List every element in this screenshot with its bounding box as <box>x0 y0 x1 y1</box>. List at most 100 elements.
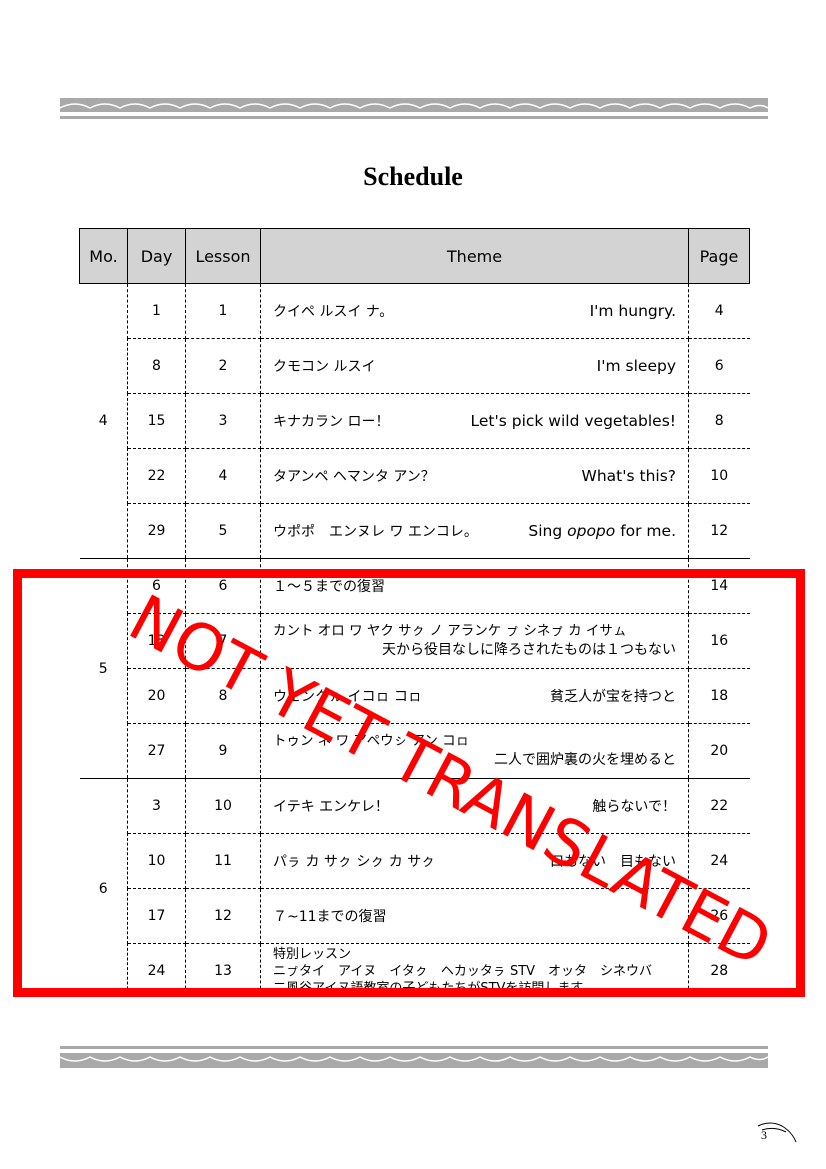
table-row: 24 13 特別レッスン ニㇷ゚タイ アイヌ イタㇰ ヘカッタㇻ STV オッタ … <box>80 943 750 999</box>
header-lesson: Lesson <box>185 228 261 284</box>
theme-ainu: タアンペ ヘマンタ アン？ <box>273 469 435 485</box>
lesson-cell: 12 <box>185 888 261 944</box>
theme-translation: What's this? <box>581 467 677 485</box>
theme-ainu: ウポポ エンヌレ ワ エンコレ。 <box>273 524 478 540</box>
translation-part: Sing <box>528 522 568 540</box>
theme-translation: I'm sleepy <box>596 357 676 375</box>
page-cell: 4 <box>688 283 750 339</box>
page-cell: 16 <box>688 613 750 669</box>
page-cell: 26 <box>688 888 750 944</box>
page-number: 3 <box>761 1128 767 1142</box>
lesson-cell: 8 <box>185 668 261 724</box>
translation-emphasis: opopo <box>567 522 616 540</box>
page-cell: 6 <box>688 338 750 394</box>
table-row: 6 3 10 イテキ エンケレ！ 触らないで！ 22 <box>79 778 750 999</box>
top-ornament-band <box>60 98 768 120</box>
table-header-row: Mo. Day Lesson Theme Page <box>79 228 750 284</box>
table-row: 22 4 タアンペ ヘマンタ アン？ What's this? 10 <box>80 448 750 504</box>
theme-cell: トゥン ネ ワ アペウㇱ アン コㇿ二人で囲炉裏の火を埋めると <box>260 723 689 779</box>
header-mo: Mo. <box>79 228 128 284</box>
lesson-cell: 11 <box>185 833 261 889</box>
lesson-cell: 5 <box>185 503 261 559</box>
page-cell: 12 <box>688 503 750 559</box>
page-cell: 28 <box>688 943 750 999</box>
table-row: 13 7 カント オロ ワ ヤク サㇰ ノ アランケ ㇷ゚ シネㇷ゚ カ イサㇺ… <box>80 613 750 669</box>
day-cell: 13 <box>127 613 186 669</box>
theme-ainu: トゥン ネ ワ アペウㇱ アン コㇿ <box>273 733 470 749</box>
header-theme: Theme <box>260 228 689 284</box>
theme-ainu: イテキ エンケレ！ <box>273 799 389 815</box>
theme-translation: 口もない 目もない <box>550 854 676 870</box>
theme-translation: 天から役目なしに降ろされたものは１つもない <box>382 642 676 658</box>
day-cell: 6 <box>127 558 186 614</box>
bottom-ornament-band <box>60 1046 768 1068</box>
month-cell: 4 <box>79 283 128 559</box>
theme-ainu: キナカラン ロー！ <box>273 414 390 430</box>
theme-cell: ウポポ エンヌレ ワ エンコレ。 Sing opopo for me. <box>260 503 689 559</box>
day-cell: 27 <box>127 723 186 779</box>
translation-part: for me. <box>615 522 676 540</box>
table-row: 29 5 ウポポ エンヌレ ワ エンコレ。 Sing opopo for me. … <box>80 503 750 559</box>
page-cell: 24 <box>688 833 750 889</box>
page-cell: 8 <box>688 393 750 449</box>
table-row: 10 11 パㇻ カ サㇰ シㇰ カ サㇰ 口もない 目もない 24 <box>80 833 750 889</box>
theme-translation: I'm hungry. <box>589 302 676 320</box>
theme-cell: クモコン ルスイ I'm sleepy <box>260 338 689 394</box>
table-row: 20 8 ウェンクㇽ イコㇿ コㇿ 貧乏人が宝を持つと 18 <box>80 668 750 724</box>
header-day: Day <box>127 228 186 284</box>
theme-translation: 二人で囲炉裏の火を埋めると <box>494 752 676 768</box>
theme-cell: ７~11までの復習 <box>260 888 689 944</box>
lesson-cell: 13 <box>185 943 261 999</box>
theme-ainu: クイペ ルスイ ナ。 <box>273 304 394 320</box>
lesson-cell: 10 <box>185 778 261 834</box>
theme-ainu: １～５までの復習 <box>273 579 385 595</box>
special-lesson-label: 特別レッスン <box>273 946 352 962</box>
lesson-cell: 9 <box>185 723 261 779</box>
day-cell: 29 <box>127 503 186 559</box>
theme-ainu: ７~11までの復習 <box>273 909 387 925</box>
lesson-cell: 1 <box>185 283 261 339</box>
table-crop-mask <box>20 992 802 1032</box>
table-row: 27 9 トゥン ネ ワ アペウㇱ アン コㇿ 二人で囲炉裏の火を埋めると 20 <box>80 723 750 779</box>
theme-cell: クイペ ルスイ ナ。 I'm hungry. <box>260 283 689 339</box>
header-page: Page <box>688 228 750 284</box>
day-cell: 17 <box>127 888 186 944</box>
page-cell: 22 <box>688 778 750 834</box>
lesson-cell: 7 <box>185 613 261 669</box>
day-cell: 24 <box>127 943 186 999</box>
day-cell: 20 <box>127 668 186 724</box>
theme-ainu: ウェンクㇽ イコㇿ コㇿ <box>273 689 422 705</box>
theme-ainu: ニㇷ゚タイ アイヌ イタㇰ ヘカッタㇻ STV オッタ シネウバ <box>273 963 653 979</box>
theme-cell: 特別レッスン ニㇷ゚タイ アイヌ イタㇰ ヘカッタㇻ STV オッタ シネウバ 二風… <box>260 943 689 999</box>
table-row: 4 1 1 クイペ ルスイ ナ。 I'm hungry. 4 <box>79 283 750 559</box>
theme-translation: Sing opopo for me. <box>528 522 676 540</box>
theme-cell: キナカラン ロー！ Let's pick wild vegetables! <box>260 393 689 449</box>
theme-ainu: クモコン ルスイ <box>273 359 376 375</box>
day-cell: 1 <box>127 283 186 339</box>
schedule-table: Mo. Day Lesson Theme Page 4 1 1 クイペ ルスイ … <box>79 228 750 999</box>
day-cell: 22 <box>127 448 186 504</box>
lesson-cell: 3 <box>185 393 261 449</box>
page-cell: 18 <box>688 668 750 724</box>
theme-cell: イテキ エンケレ！ 触らないで！ <box>260 778 689 834</box>
lesson-cell: 4 <box>185 448 261 504</box>
day-cell: 8 <box>127 338 186 394</box>
page-title: Schedule <box>363 162 463 191</box>
theme-translation: 貧乏人が宝を持つと <box>550 689 676 705</box>
page-cell: 10 <box>688 448 750 504</box>
theme-cell: パㇻ カ サㇰ シㇰ カ サㇰ 口もない 目もない <box>260 833 689 889</box>
theme-ainu: カント オロ ワ ヤク サㇰ ノ アランケ ㇷ゚ シネㇷ゚ カ イサㇺ <box>273 623 627 639</box>
day-cell: 3 <box>127 778 186 834</box>
table-row: 15 3 キナカラン ロー！ Let's pick wild vegetables… <box>80 393 750 449</box>
theme-cell: ウェンクㇽ イコㇿ コㇿ 貧乏人が宝を持つと <box>260 668 689 724</box>
lesson-cell: 2 <box>185 338 261 394</box>
lesson-cell: 6 <box>185 558 261 614</box>
theme-translation: 触らないで！ <box>592 799 676 815</box>
table-row: 8 2 クモコン ルスイ I'm sleepy 6 <box>80 338 750 394</box>
theme-ainu: パㇻ カ サㇰ シㇰ カ サㇰ <box>273 854 436 870</box>
theme-cell: タアンペ ヘマンタ アン？ What's this? <box>260 448 689 504</box>
theme-translation: Let's pick wild vegetables! <box>470 412 677 430</box>
theme-cell: １～５までの復習 <box>260 558 689 614</box>
page-cell: 14 <box>688 558 750 614</box>
theme-cell: カント オロ ワ ヤク サㇰ ノ アランケ ㇷ゚ シネㇷ゚ カ イサㇺ天から役目… <box>260 613 689 669</box>
